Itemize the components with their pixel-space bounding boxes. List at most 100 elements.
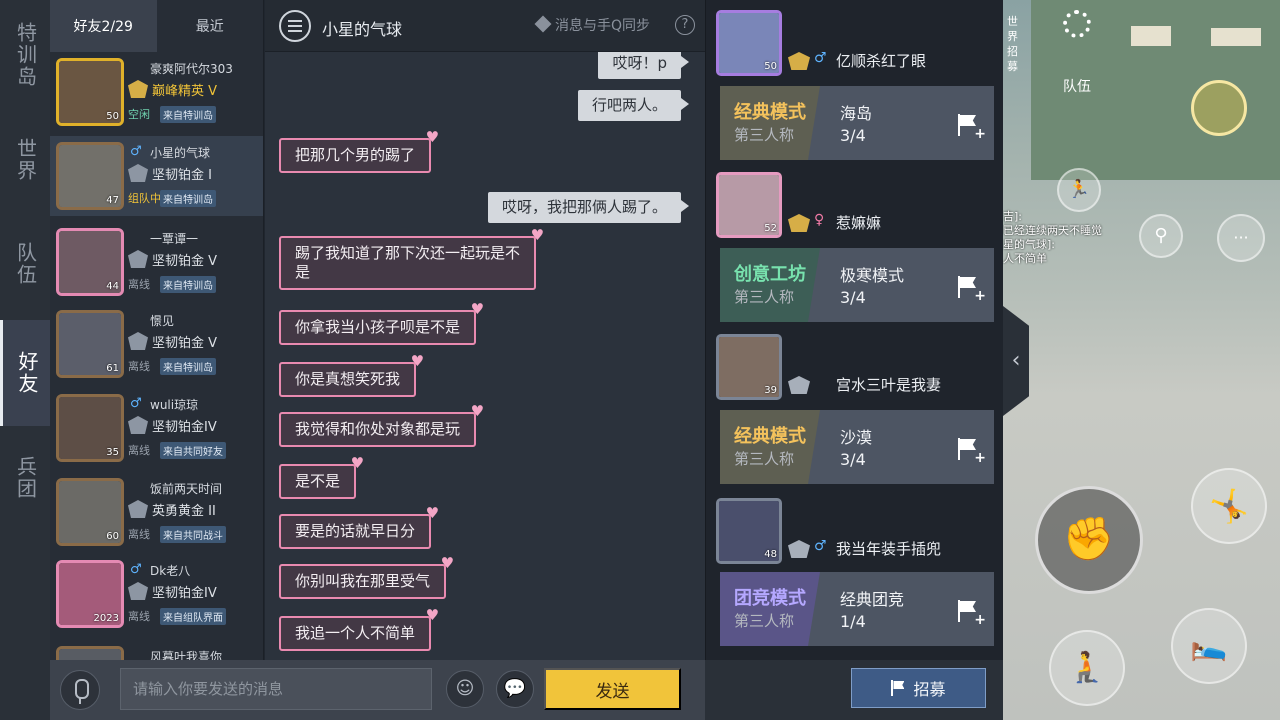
- plus-icon: +: [974, 612, 986, 628]
- minimap-building: [1211, 28, 1261, 46]
- received-message[interactable]: 你拿我当小孩子呗是不是: [279, 300, 484, 345]
- sent-message[interactable]: 哎呀！p: [598, 52, 689, 79]
- received-message[interactable]: 踢了我知道了那下次还一起玩是不 是: [279, 226, 544, 290]
- received-message[interactable]: 我觉得和你处对象都是玩: [279, 402, 484, 447]
- map-pin-icon[interactable]: ⚲: [1139, 214, 1183, 258]
- friend-row[interactable]: 44 一覃谭一 坚韧铂金 V 离线 来自特训岛: [50, 222, 263, 302]
- nav-tab-legion[interactable]: 兵团: [0, 426, 50, 530]
- bubble-style-button[interactable]: 💬: [496, 670, 534, 708]
- mode-name: 经典模式: [734, 426, 806, 447]
- chat-messages[interactable]: 哎呀！p 行吧两人。把那几个男的踢了哎呀，我把那俩人踢了。踢了我知道了那下次还一起…: [265, 52, 705, 660]
- rank-icon: [128, 164, 148, 182]
- friend-row[interactable]: 50 豪爽阿代尔303 巅峰精英 V 空闲 来自特训岛: [50, 52, 263, 132]
- received-message[interactable]: 要是的话就早日分: [279, 504, 439, 549]
- avatar[interactable]: 35: [56, 394, 124, 462]
- friend-row[interactable]: 风暮叶我喜你: [50, 640, 263, 660]
- avatar[interactable]: 50: [716, 10, 782, 76]
- level-badge: 35: [106, 447, 119, 458]
- gender-icon: ♂: [130, 396, 142, 411]
- collapse-panel-button[interactable]: ‹: [1003, 306, 1029, 416]
- tab-friends[interactable]: 好友2/29: [50, 0, 157, 52]
- sync-checkbox-icon[interactable]: [534, 15, 552, 33]
- level-badge: 61: [106, 363, 119, 374]
- send-button[interactable]: 发送: [544, 668, 681, 710]
- friend-row[interactable]: 35 ♂ wuli琼琼 坚韧铂金IV 离线 来自共同好友: [50, 388, 263, 468]
- avatar[interactable]: 47: [56, 142, 124, 210]
- friend-name: wuli琼琼: [150, 398, 199, 412]
- nav-tab-training-island[interactable]: 特训岛: [0, 0, 50, 110]
- crouch-button[interactable]: 🧎: [1049, 630, 1125, 706]
- map-name: 海岛: [840, 104, 873, 123]
- recruit-panel[interactable]: 50 ♂ 亿顺杀红了眼 经典模式 第三人称 海岛 3/4 + 52 ♀ 惹嫲嫲 …: [705, 0, 1003, 660]
- member-count: 1/4: [840, 612, 866, 631]
- received-message[interactable]: 把那几个男的踢了: [279, 128, 439, 173]
- chat-header: 小星的气球 消息与手Q同步 ?: [265, 0, 705, 52]
- recruit-card[interactable]: 团竞模式 第三人称 经典团竞 1/4 +: [720, 572, 994, 646]
- friend-status: 离线: [128, 444, 150, 457]
- nav-tab-team[interactable]: 队伍: [0, 210, 50, 318]
- chat-input-bar: ☺ 💬 发送: [50, 660, 705, 720]
- recruit-card[interactable]: 创意工坊 第三人称 极寒模式 3/4 +: [720, 248, 994, 322]
- friend-row[interactable]: 60 饭前两天时间 英勇黄金 II 离线 来自共同战斗: [50, 472, 263, 552]
- fist-attack-button[interactable]: ✊: [1035, 486, 1143, 594]
- friends-panel: 好友2/29 最近 50 豪爽阿代尔303 巅峰精英 V 空闲 来自特训岛 47…: [50, 0, 264, 660]
- friend-row[interactable]: 47 ♂ 小星的气球 坚韧铂金 I 组队中 来自特训岛: [50, 136, 263, 216]
- friend-status: 离线: [128, 528, 150, 541]
- menu-icon[interactable]: [279, 10, 311, 42]
- friend-status: 离线: [128, 610, 150, 623]
- mode-panel: 经典模式 第三人称: [720, 410, 820, 484]
- source-badge: 来自特训岛: [160, 106, 216, 123]
- avatar[interactable]: 39: [716, 334, 782, 400]
- source-badge: 来自共同好友: [160, 442, 226, 459]
- avatar[interactable]: 2023: [56, 560, 124, 628]
- sent-message[interactable]: 行吧两人。: [577, 90, 690, 121]
- sync-label[interactable]: 消息与手Q同步: [555, 15, 650, 35]
- voice-button[interactable]: [60, 670, 100, 710]
- nav-tab-world[interactable]: 世界: [0, 110, 50, 210]
- gender-icon: ♀: [814, 212, 825, 228]
- emoji-button[interactable]: ☺: [446, 670, 484, 708]
- friend-row[interactable]: 2023 ♂ Dk老八 坚韧铂金IV 离线 来自组队界面: [50, 554, 263, 634]
- gear-icon[interactable]: [1063, 10, 1091, 38]
- gender-icon: ♂: [130, 144, 142, 159]
- map-name: 极寒模式: [840, 266, 905, 285]
- jump-button[interactable]: 🤸: [1191, 468, 1267, 544]
- mode-panel: 团竞模式 第三人称: [720, 572, 820, 646]
- tab-recent[interactable]: 最近: [157, 0, 264, 52]
- rank-icon: [788, 214, 810, 232]
- level-badge: 50: [106, 111, 119, 122]
- level-badge: 2023: [93, 613, 119, 624]
- received-message[interactable]: 你别叫我在那里受气: [279, 554, 454, 599]
- recruiter-name: 亿顺杀红了眼: [836, 52, 927, 70]
- recruit-card[interactable]: 经典模式 第三人称 沙漠 3/4 +: [720, 410, 994, 484]
- received-message[interactable]: 你是真想笑死我: [279, 352, 424, 397]
- source-badge: 来自特训岛: [160, 276, 216, 293]
- help-icon[interactable]: ?: [675, 15, 695, 35]
- rank-icon: [788, 540, 810, 558]
- level-badge: 39: [764, 385, 777, 396]
- avatar[interactable]: 50: [56, 58, 124, 126]
- avatar[interactable]: 60: [56, 478, 124, 546]
- received-message[interactable]: 是不是: [279, 454, 364, 499]
- avatar[interactable]: 48: [716, 498, 782, 564]
- prone-button[interactable]: 🛌: [1171, 608, 1247, 684]
- avatar[interactable]: [56, 646, 124, 660]
- avatar[interactable]: 52: [716, 172, 782, 238]
- world-recruit-tab[interactable]: 世界招募: [1007, 14, 1023, 74]
- source-badge: 来自组队界面: [160, 608, 226, 625]
- mode-name: 团竞模式: [734, 588, 806, 609]
- avatar[interactable]: 61: [56, 310, 124, 378]
- level-badge: 48: [764, 549, 777, 560]
- nav-tab-friends[interactable]: 好友: [0, 320, 50, 426]
- friend-row[interactable]: 61 憬见 坚韧铂金 V 离线 来自特训岛: [50, 304, 263, 384]
- recruit-card[interactable]: 经典模式 第三人称 海岛 3/4 +: [720, 86, 994, 160]
- recruit-button[interactable]: 招募: [851, 668, 986, 708]
- sprint-icon[interactable]: 🏃: [1057, 168, 1101, 212]
- avatar[interactable]: 44: [56, 228, 124, 296]
- rank-icon: [788, 52, 810, 70]
- received-message[interactable]: 我追一个人不简单: [279, 606, 439, 651]
- sent-message[interactable]: 哎呀，我把那俩人踢了。: [487, 192, 690, 223]
- message-input[interactable]: [120, 668, 432, 710]
- quick-chat-icon[interactable]: ···: [1217, 214, 1265, 262]
- chat-title: 小星的气球: [322, 20, 403, 39]
